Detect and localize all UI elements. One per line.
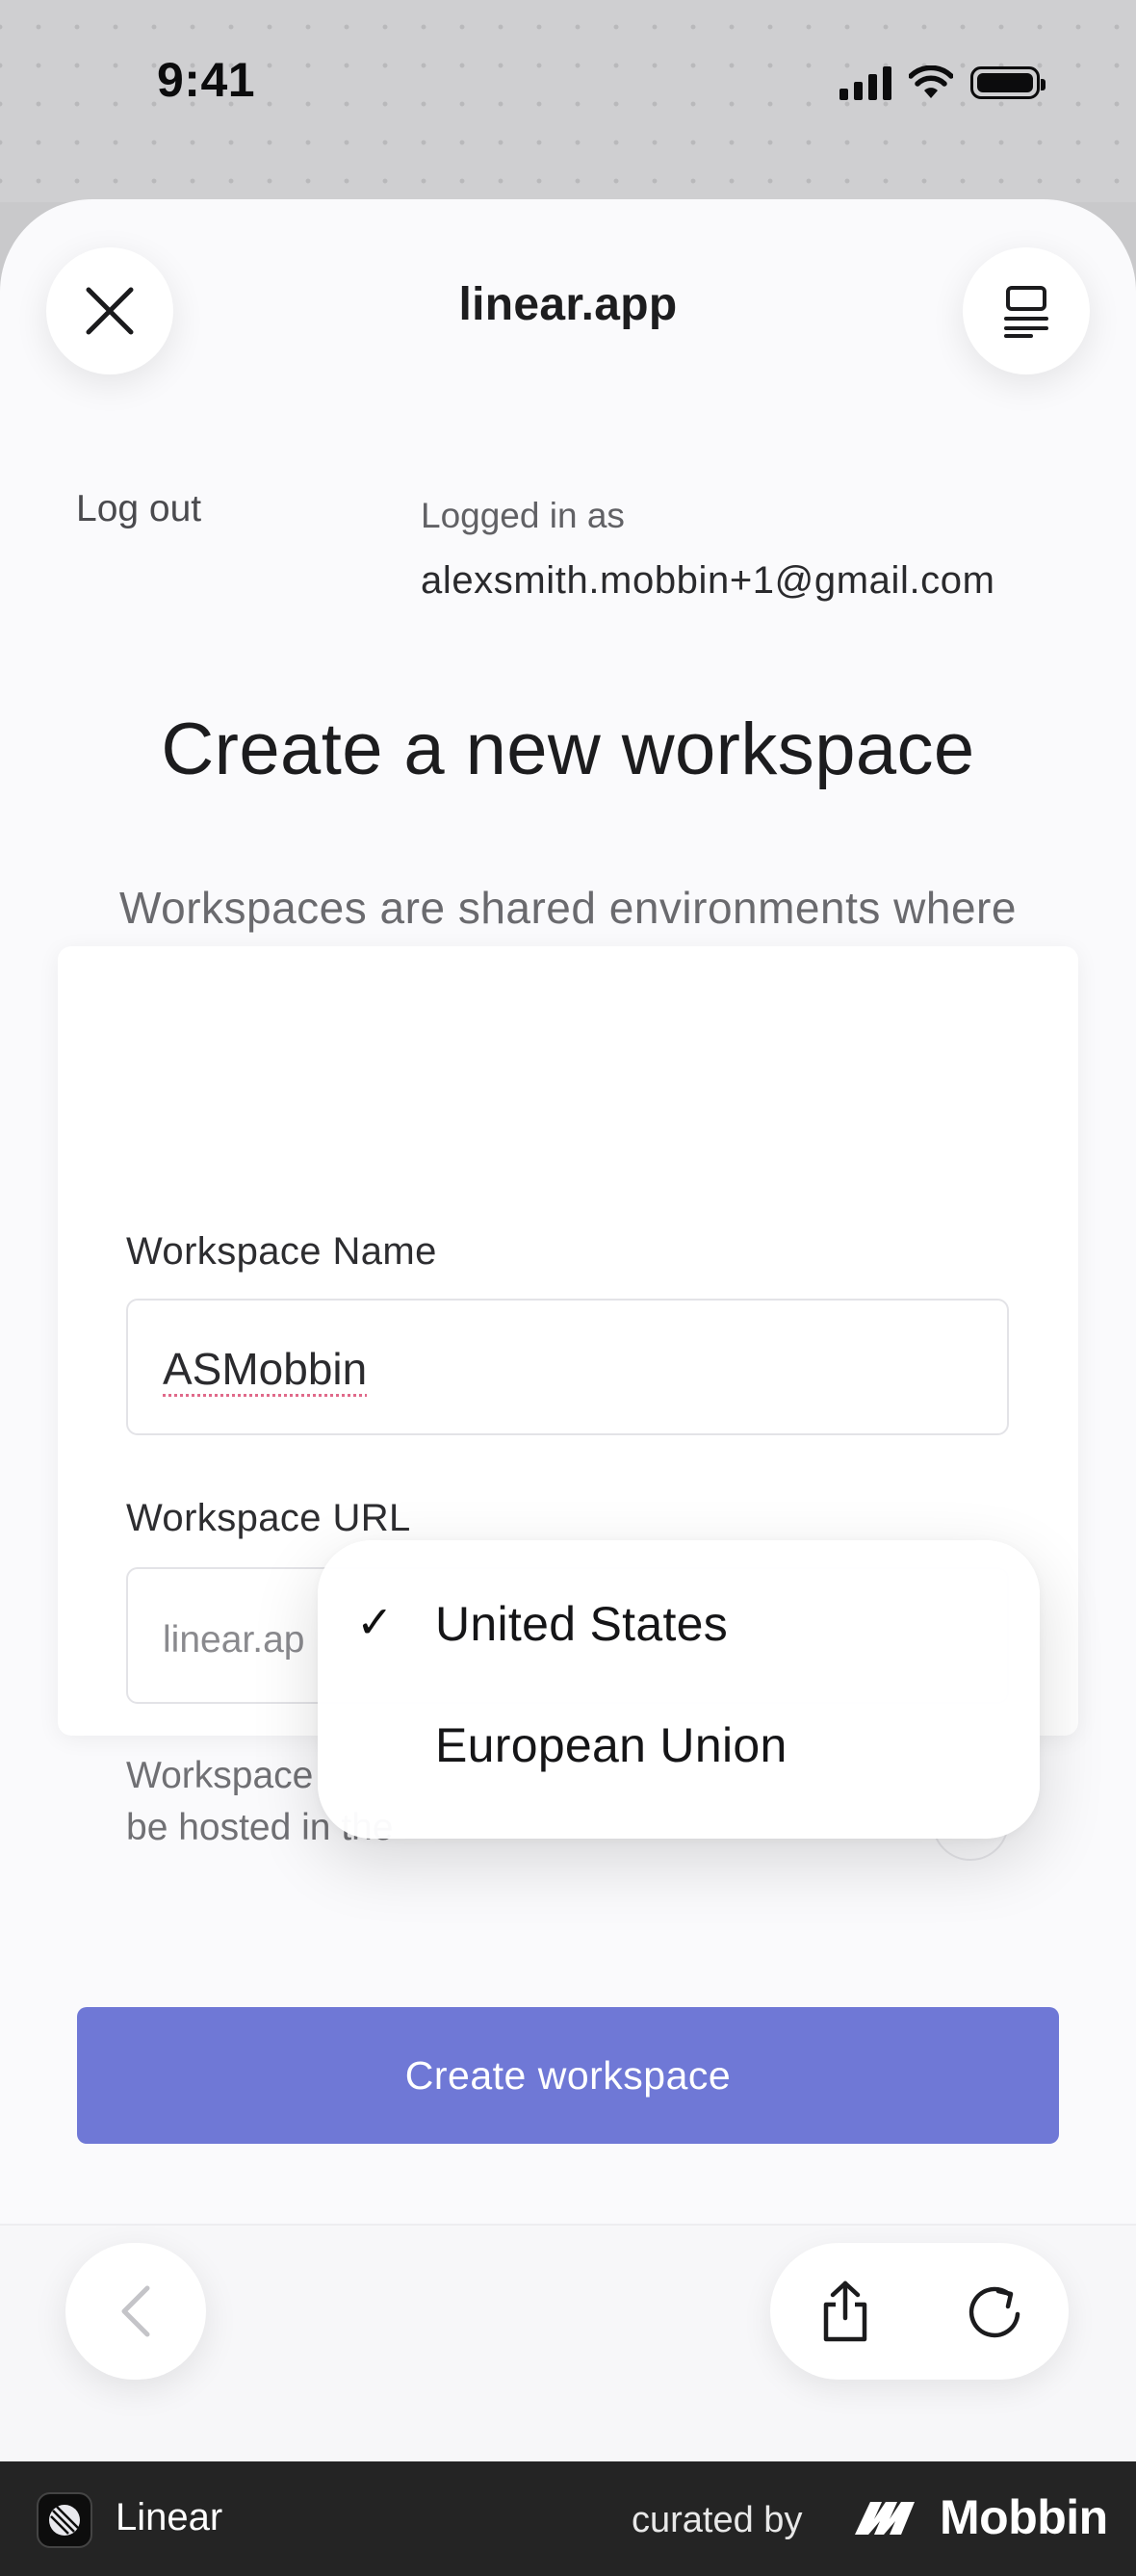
logout-link[interactable]: Log out	[76, 488, 201, 530]
reload-icon	[968, 2286, 1020, 2338]
battery-icon	[970, 66, 1046, 99]
footer-app-name: Linear	[116, 2496, 223, 2538]
share-button[interactable]	[770, 2243, 919, 2380]
reader-mode-button[interactable]	[963, 247, 1090, 374]
linear-logo-icon	[37, 2492, 92, 2548]
wifi-icon	[909, 65, 953, 98]
reader-mode-icon	[1004, 286, 1048, 338]
workspace-url-label: Workspace URL	[126, 1497, 411, 1539]
share-icon	[823, 2280, 866, 2342]
cellular-signal-icon	[839, 65, 891, 100]
toolbar-actions	[770, 2243, 1069, 2380]
attribution-footer: Linear curated by Mobbin	[0, 2461, 1136, 2576]
logged-in-email: alexsmith.mobbin+1@gmail.com	[421, 559, 995, 602]
status-bar: 9:41	[0, 0, 1136, 202]
region-dropdown-menu: ✓ United States European Union	[318, 1540, 1040, 1839]
region-option-label: United States	[435, 1597, 729, 1651]
create-workspace-button[interactable]: Create workspace	[77, 2007, 1059, 2144]
logged-in-label: Logged in as	[421, 496, 625, 535]
back-button[interactable]	[65, 2243, 206, 2380]
workspace-name-value: ASMobbin	[163, 1344, 368, 1394]
page-title: Create a new workspace	[161, 708, 975, 790]
region-option-european-union[interactable]: European Union	[318, 1688, 1040, 1794]
reload-button[interactable]	[919, 2243, 1069, 2380]
mobbin-brand: Mobbin	[853, 2488, 1108, 2546]
workspace-name-label: Workspace Name	[126, 1230, 437, 1273]
region-option-united-states[interactable]: ✓ United States	[318, 1567, 1040, 1673]
footer-curated-by: curated by	[632, 2500, 803, 2540]
workspace-name-input[interactable]: ASMobbin	[126, 1299, 1009, 1435]
status-icons	[839, 62, 1046, 104]
status-time: 9:41	[157, 53, 256, 107]
mobbin-logo-icon	[855, 2502, 915, 2535]
checkmark-icon: ✓	[356, 1597, 394, 1647]
chevron-left-icon	[121, 2285, 150, 2337]
region-option-label: European Union	[435, 1718, 787, 1772]
workspace-url-prefix: linear.ap	[163, 1619, 305, 1661]
footer-brand-name: Mobbin	[940, 2490, 1108, 2544]
